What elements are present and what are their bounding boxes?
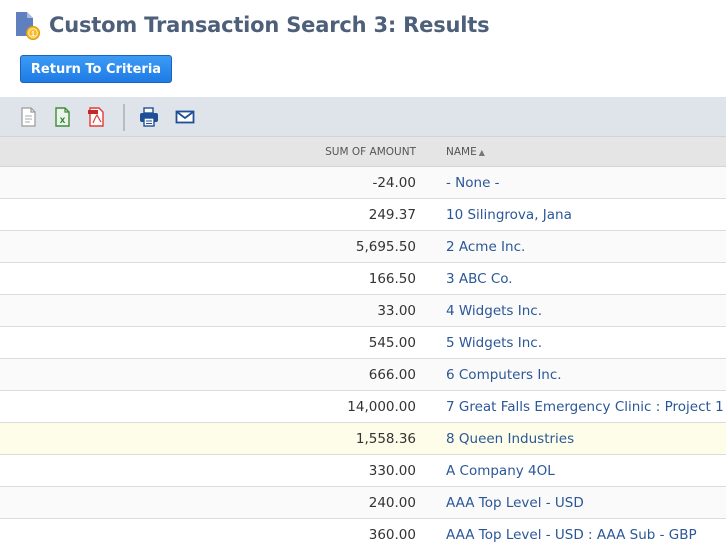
cell-name-link[interactable]: 5 Widgets Inc. <box>446 335 542 351</box>
page-title: Custom Transaction Search 3: Results <box>49 13 490 37</box>
column-header-sum-of-amount[interactable]: SUM OF AMOUNT <box>325 146 416 158</box>
return-to-criteria-button[interactable]: Return To Criteria <box>20 55 172 83</box>
table-row: 240.00 AAA Top Level - USD <box>0 487 726 519</box>
column-header-name[interactable]: NAME ▲ <box>446 146 485 158</box>
cell-sum-of-amount: 666.00 <box>368 367 416 383</box>
export-excel-icon[interactable]: x <box>53 107 73 127</box>
export-toolbar: x <box>0 97 726 137</box>
table-body: -24.00 - None - 249.37 10 Silingrova, Jana 5… <box>0 167 726 549</box>
table-row: 5,695.50 2 Acme Inc. <box>0 231 726 263</box>
cell-name-link[interactable]: 4 Widgets Inc. <box>446 303 542 319</box>
column-header-name-label: NAME <box>446 146 477 158</box>
cell-sum-of-amount: 33.00 <box>377 303 416 319</box>
cell-name-link[interactable]: AAA Top Level - USD : AAA Sub - GBP <box>446 527 697 543</box>
table-row: 166.50 3 ABC Co. <box>0 263 726 295</box>
cell-sum-of-amount: 249.37 <box>368 207 416 223</box>
cell-sum-of-amount: 1,558.36 <box>355 431 416 447</box>
table-header: SUM OF AMOUNT NAME ▲ <box>0 137 726 167</box>
cell-sum-of-amount: -24.00 <box>372 175 416 191</box>
sort-ascending-icon: ▲ <box>478 148 485 157</box>
export-pdf-icon[interactable] <box>87 107 107 127</box>
table-row: 1,558.36 8 Queen Industries <box>0 423 726 455</box>
results-table: SUM OF AMOUNT NAME ▲ -24.00 - None - 249.37… <box>0 137 726 549</box>
cell-name-link[interactable]: 3 ABC Co. <box>446 271 513 287</box>
table-row: -24.00 - None - <box>0 167 726 199</box>
cell-sum-of-amount: 14,000.00 <box>347 399 416 415</box>
toolbar-separator <box>123 104 125 131</box>
cell-name-link[interactable]: 6 Computers Inc. <box>446 367 562 383</box>
cell-name-link[interactable]: 8 Queen Industries <box>446 431 574 447</box>
table-row: 360.00 AAA Top Level - USD : AAA Sub - GB… <box>0 519 726 549</box>
table-row: 330.00 A Company 4OL <box>0 455 726 487</box>
export-csv-icon[interactable] <box>19 107 39 127</box>
table-row: 33.00 4 Widgets Inc. <box>0 295 726 327</box>
table-row: 666.00 6 Computers Inc. <box>0 359 726 391</box>
cell-sum-of-amount: 330.00 <box>368 463 416 479</box>
search-results-document-icon: 1 <box>14 10 42 40</box>
svg-text:1: 1 <box>31 31 35 38</box>
cell-name-link[interactable]: A Company 4OL <box>446 463 555 479</box>
cell-name-link[interactable]: 10 Silingrova, Jana <box>446 207 572 223</box>
table-row: 545.00 5 Widgets Inc. <box>0 327 726 359</box>
cell-name-link[interactable]: 2 Acme Inc. <box>446 239 525 255</box>
page-header: 1 Custom Transaction Search 3: Results <box>14 8 490 42</box>
cell-sum-of-amount: 5,695.50 <box>355 239 416 255</box>
table-row: 249.37 10 Silingrova, Jana <box>0 199 726 231</box>
cell-name-link[interactable]: 7 Great Falls Emergency Clinic : Project… <box>446 399 724 415</box>
cell-sum-of-amount: 166.50 <box>368 271 416 287</box>
cell-sum-of-amount: 360.00 <box>368 527 416 543</box>
email-icon[interactable] <box>175 107 195 127</box>
table-row: 14,000.00 7 Great Falls Emergency Clinic … <box>0 391 726 423</box>
svg-text:x: x <box>60 115 66 126</box>
cell-sum-of-amount: 240.00 <box>368 495 416 511</box>
cell-name-link[interactable]: - None - <box>446 175 500 191</box>
cell-sum-of-amount: 545.00 <box>368 335 416 351</box>
print-icon[interactable] <box>139 107 159 127</box>
cell-name-link[interactable]: AAA Top Level - USD <box>446 495 584 511</box>
